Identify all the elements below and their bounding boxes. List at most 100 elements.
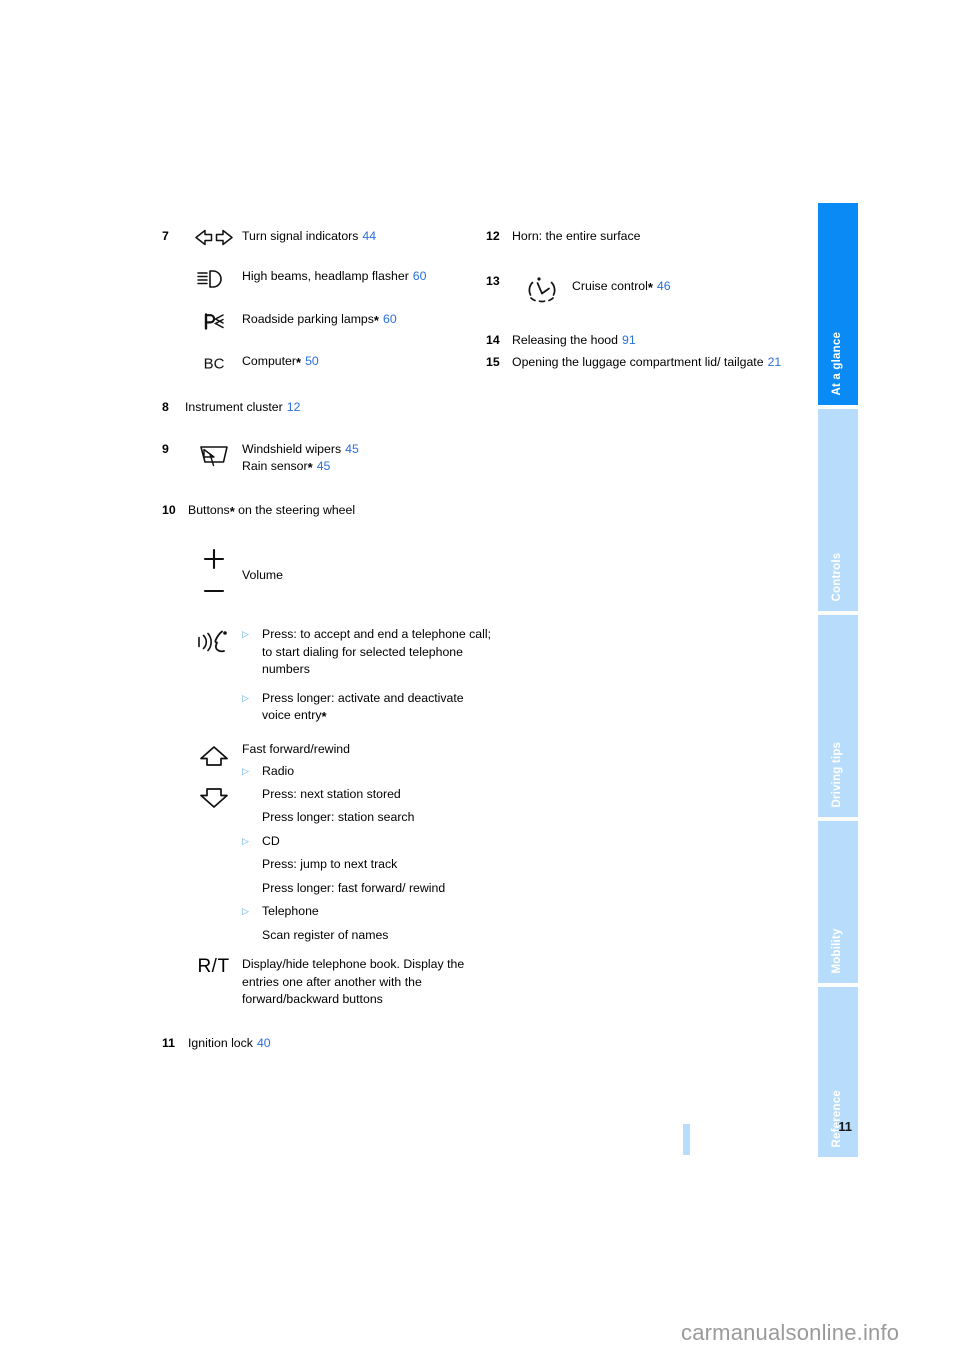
- bullet-item: ▷ CD: [242, 833, 492, 851]
- volume-up-icon: [203, 548, 224, 570]
- optional-marker: *: [307, 460, 313, 475]
- optional-marker: *: [296, 355, 302, 370]
- tab-label: Mobility: [831, 927, 843, 973]
- entry-number: 10: [162, 502, 176, 517]
- page-reference: 46: [656, 278, 671, 293]
- entry-number: 14: [486, 332, 500, 347]
- bullet-item: ▷ Press: to accept and end a telephone c…: [242, 626, 492, 679]
- entry-10: 10 Buttons* on the steering wheel: [162, 502, 492, 520]
- entry-label-suffix: on the steering wheel: [234, 502, 356, 517]
- page-reference: 45: [345, 441, 359, 456]
- entry-text: Computer* 50: [242, 353, 492, 371]
- page-number-bar: [683, 1124, 690, 1155]
- entry-7-row-2: High beams, headlamp flasher 60: [162, 268, 492, 289]
- entry-label: Releasing the hood: [512, 332, 618, 347]
- tab-label: Controls: [831, 552, 843, 601]
- entry-number: 13: [486, 273, 500, 288]
- entry-number: 9: [162, 441, 169, 456]
- entry-line: Rain sensor* 45: [242, 458, 492, 476]
- entry-text: Windshield wipers 45 Rain sensor* 45: [242, 441, 492, 476]
- entry-text: Releasing the hood 91: [512, 332, 636, 350]
- entry-label: Computer: [242, 354, 296, 368]
- triangle-bullet-icon: ▷: [242, 835, 249, 846]
- optional-marker: *: [321, 709, 327, 724]
- roadside-parking-lamps-icon: [185, 311, 242, 331]
- section-tab-rail: At a glance Controls Driving tips Mobili…: [818, 203, 858, 1157]
- tab-label: At a glance: [831, 331, 843, 395]
- entry-number: 12: [486, 229, 500, 243]
- tab-controls[interactable]: Controls: [818, 409, 858, 611]
- entry-text: Ignition lock 40: [188, 1035, 271, 1053]
- page-reference: 91: [621, 332, 636, 347]
- entry-text: Display/hide telephone book. Display the…: [242, 957, 465, 1006]
- rt-icon-text: R/T: [197, 956, 230, 977]
- entry-label: Volume: [242, 568, 284, 582]
- bullet-subline: Press longer: station search: [262, 810, 415, 824]
- volume-down-icon: [203, 589, 224, 593]
- entry-number: 11: [162, 1035, 175, 1050]
- page-reference: 21: [767, 355, 782, 369]
- entry-8: 8 Instrument cluster 12: [162, 399, 492, 417]
- entry-label: Roadside parking lamps: [242, 312, 374, 326]
- entry-text: Horn: the entire surface: [512, 229, 641, 243]
- tab-at-a-glance[interactable]: At a glance: [818, 203, 858, 405]
- left-content-column: 7 Turn signal indicators 44 High beams, …: [162, 228, 492, 1052]
- bullet-subline: Press longer: fast forward/ rewind: [262, 880, 446, 895]
- triangle-bullet-icon: ▷: [242, 766, 249, 776]
- entry-10-rt: R/T Display/hide telephone book. Display…: [162, 956, 492, 1009]
- entry-label: Buttons: [188, 502, 230, 517]
- page-reference: 60: [412, 269, 427, 283]
- entry-7-row-3: Roadside parking lamps* 60: [162, 311, 492, 331]
- entry-11: 11 Ignition lock 40: [162, 1035, 492, 1053]
- voice-telephone-icon: [185, 626, 242, 657]
- page-number: 11: [838, 1119, 852, 1134]
- bullet-subline: Scan register of names: [262, 927, 389, 942]
- bullet-subline: Press: jump to next track: [262, 857, 398, 871]
- svg-text:BC: BC: [203, 356, 224, 373]
- tab-driving-tips[interactable]: Driving tips: [818, 615, 858, 817]
- entry-label: Windshield wipers: [242, 441, 342, 456]
- entry-label: High beams, headlamp flasher: [242, 269, 409, 283]
- manual-page: At a glance Controls Driving tips Mobili…: [0, 0, 960, 1358]
- section-heading: Fast forward/rewind: [242, 741, 350, 756]
- rt-button-icon: R/T: [185, 956, 242, 977]
- optional-marker: *: [229, 503, 235, 519]
- entry-9: 9 Windshield wipers 45 Rain sensor* 45: [162, 441, 492, 476]
- entry-number: 15: [486, 355, 500, 369]
- tab-mobility[interactable]: Mobility: [818, 821, 858, 983]
- arrow-up-icon: [199, 745, 228, 766]
- triangle-bullet-icon: ▷: [242, 906, 249, 916]
- page-reference: 44: [362, 229, 377, 243]
- entry-15: 15 Opening the luggage compartment lid/ …: [486, 354, 806, 372]
- entry-13: 13 Cruise control* 46: [486, 273, 806, 304]
- entry-7: 7 Turn signal indicators 44 High beams, …: [162, 228, 492, 373]
- turn-signal-indicators-icon: [185, 228, 242, 246]
- entry-7-row-4: BC Computer* 50: [162, 353, 492, 373]
- entry-7-row-1: 7 Turn signal indicators 44: [162, 228, 492, 246]
- bullet-item: ▷ Telephone: [242, 903, 492, 921]
- entry-14: 14 Releasing the hood 91: [486, 332, 806, 350]
- bullet-text: Press: to accept and end a telephone cal…: [262, 627, 492, 676]
- entry-text: Roadside parking lamps* 60: [242, 311, 492, 329]
- entry-text: Volume: [242, 545, 492, 585]
- entry-10-fast-forward-rewind: Fast forward/rewind ▷ Radio Press: next …: [162, 741, 492, 945]
- forward-rewind-icons: [185, 741, 242, 810]
- entry-text: Cruise control* 46: [572, 273, 806, 296]
- bullet-text: Press longer: activate and deactivate vo…: [262, 690, 464, 724]
- windshield-wiper-icon: [185, 441, 242, 468]
- cruise-control-icon: [512, 273, 572, 304]
- bullet-item: ▷ Radio: [242, 763, 492, 781]
- entry-label: Rain sensor: [242, 459, 308, 473]
- entry-label: Instrument cluster: [185, 400, 283, 414]
- entry-10-volume: Volume: [162, 545, 492, 604]
- bullet-text: CD: [262, 833, 280, 848]
- entry-label: Cruise control: [572, 278, 648, 293]
- high-beams-headlamp-flasher-icon: [185, 268, 242, 289]
- entry-text: High beams, headlamp flasher 60: [242, 268, 492, 286]
- entry-12: 12 Horn: the entire surface: [486, 228, 806, 246]
- entry-text: Instrument cluster 12: [185, 399, 300, 417]
- arrow-down-icon: [199, 787, 228, 808]
- tab-label: Driving tips: [831, 741, 843, 807]
- bullet-subline: Press: next station stored: [262, 786, 401, 801]
- bullet-text: Telephone: [262, 904, 319, 918]
